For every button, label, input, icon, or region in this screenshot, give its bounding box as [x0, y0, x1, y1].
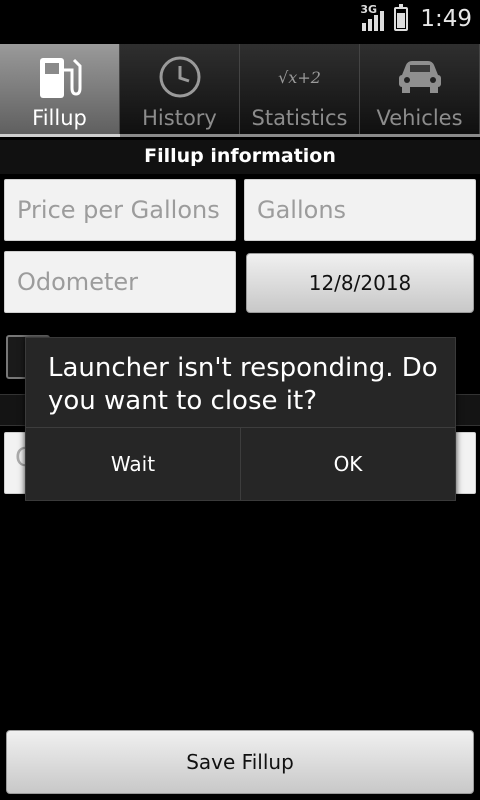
gallons-placeholder: Gallons	[257, 196, 347, 224]
statistics-formula: √x+2	[278, 67, 321, 87]
status-bar: 3G 1:49	[0, 0, 480, 38]
tab-statistics[interactable]: √x+2 Statistics	[240, 44, 360, 136]
anr-dialog: Launcher isn't responding. Do you want t…	[25, 337, 456, 501]
tab-vehicles-label: Vehicles	[376, 106, 463, 130]
tab-indicator	[0, 134, 480, 137]
gallons-input[interactable]: Gallons	[244, 179, 476, 241]
save-fillup-label: Save Fillup	[186, 750, 294, 774]
battery-icon	[394, 4, 409, 31]
price-per-gallon-input[interactable]: Price per Gallons	[4, 179, 236, 241]
tab-fillup-label: Fillup	[32, 106, 87, 130]
dialog-message: Launcher isn't responding. Do you want t…	[48, 353, 438, 416]
tab-fillup[interactable]: Fillup	[0, 44, 120, 136]
tab-statistics-label: Statistics	[251, 106, 348, 130]
tab-history[interactable]: History	[120, 44, 240, 136]
dialog-button-bar: Wait OK	[26, 427, 455, 500]
car-icon	[396, 54, 444, 100]
section-header: Fillup information	[0, 140, 480, 174]
tab-history-label: History	[142, 106, 217, 130]
save-fillup-button[interactable]: Save Fillup	[6, 730, 474, 794]
fuel-pump-icon	[36, 54, 84, 100]
section-title: Fillup information	[144, 145, 336, 167]
tab-vehicles[interactable]: Vehicles	[360, 44, 480, 136]
date-value: 12/8/2018	[308, 271, 412, 295]
clock-icon	[157, 54, 203, 100]
clock-time: 1:49	[420, 6, 472, 32]
odometer-placeholder: Odometer	[17, 268, 138, 296]
price-placeholder: Price per Gallons	[17, 196, 220, 224]
ok-button[interactable]: OK	[240, 428, 455, 500]
sqrt-formula-icon: √x+2	[278, 54, 321, 100]
wait-button[interactable]: Wait	[26, 428, 240, 500]
odometer-input[interactable]: Odometer	[4, 251, 236, 313]
signal-icon: 3G	[360, 3, 386, 33]
tab-bar: Fillup History √x+2 Statistics Vehicles	[0, 44, 480, 136]
date-picker-button[interactable]: 12/8/2018	[246, 253, 474, 313]
